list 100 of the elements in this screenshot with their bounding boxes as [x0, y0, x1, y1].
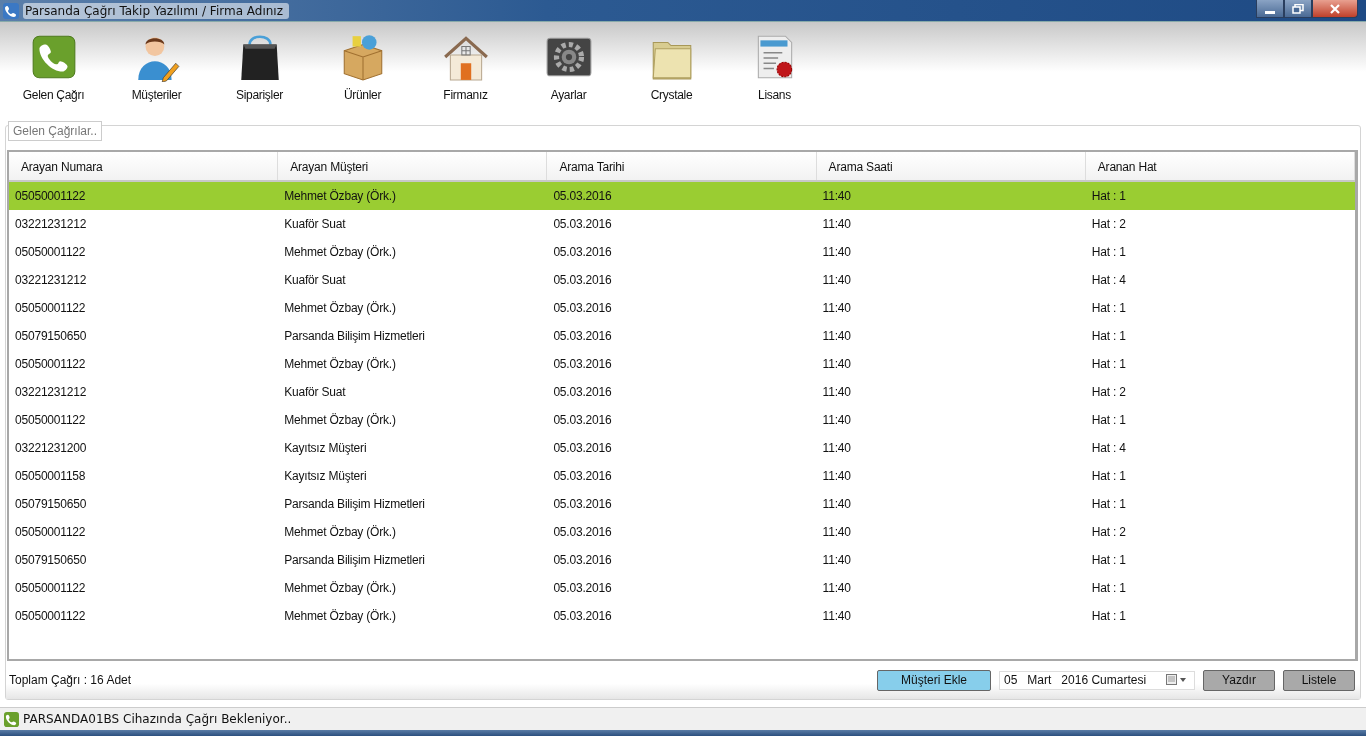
table-cell: Parsanda Bilişim Hizmetleri [284, 329, 425, 343]
table-cell: 05050001122 [15, 189, 86, 203]
table-row[interactable]: 03221231200 Kayıtsız Müşteri 05.03.2016 11:40 Hat : 4 [9, 434, 1355, 462]
table-cell: 11:40 [822, 189, 851, 203]
table-cell: 05050001122 [15, 413, 86, 427]
table-cell: 05.03.2016 [553, 497, 612, 511]
table-row[interactable]: 05050001122 Mehmet Özbay (Örk.) 05.03.2016 11:40 Hat : 1 [9, 406, 1355, 434]
phone-icon [4, 711, 19, 727]
table-cell: 11:40 [822, 413, 851, 427]
table-cell: 11:40 [822, 217, 851, 231]
table-cell: Hat : 4 [1091, 441, 1126, 455]
column-header[interactable]: Arama Tarihi [547, 152, 817, 180]
column-header[interactable]: Aranan Hat [1085, 152, 1355, 180]
toolbar-button[interactable]: Müşteriler [105, 32, 208, 102]
panel-title: Gelen Çağrılar.. [8, 121, 103, 141]
column-header[interactable]: Arayan Müşteri [278, 152, 548, 180]
table-cell: 05.03.2016 [553, 273, 612, 287]
print-button[interactable]: Yazdır [1203, 669, 1275, 691]
table-cell: Hat : 1 [1091, 301, 1126, 315]
minimize-button[interactable] [1256, 0, 1284, 18]
table-cell: 05.03.2016 [553, 301, 612, 315]
table-row[interactable]: 05050001122 Mehmet Özbay (Örk.) 05.03.2016 11:40 Hat : 2 [9, 518, 1355, 546]
table-cell: Mehmet Özbay (Örk.) [284, 301, 396, 315]
table-cell: 11:40 [822, 273, 851, 287]
table-cell: Hat : 4 [1091, 273, 1126, 287]
table-cell: 11:40 [822, 329, 851, 343]
date-picker[interactable]: 05 Mart 2016 Cumartesi [999, 670, 1195, 690]
table-cell: 05.03.2016 [553, 217, 612, 231]
table-cell: 05079150650 [15, 553, 87, 567]
table-cell: 03221231212 [15, 273, 87, 287]
minimize-icon [1265, 10, 1275, 14]
status-text: PARSANDA01BS Cihazında Çağrı Bekleniyor.. [23, 712, 292, 726]
table-row[interactable]: 05079150650 Parsanda Bilişim Hizmetleri 05.03.2016 11:40 Hat : 1 [9, 490, 1355, 518]
column-header[interactable]: Arayan Numara [9, 152, 279, 180]
table-cell: 05050001122 [15, 301, 86, 315]
table-row[interactable]: 03221231212 Kuaför Suat 05.03.2016 11:40 Hat : 4 [9, 266, 1355, 294]
table-cell: Mehmet Özbay (Örk.) [284, 581, 396, 595]
table-cell: 05.03.2016 [553, 581, 612, 595]
table-row[interactable]: 05050001122 Mehmet Özbay (Örk.) 05.03.2016 11:40 Hat : 1 [9, 294, 1355, 322]
table-cell: Kuaför Suat [284, 273, 346, 287]
table-cell: 05.03.2016 [553, 357, 612, 371]
table-cell: 05.03.2016 [553, 329, 612, 343]
table-cell: Kuaför Suat [284, 385, 346, 399]
add-customer-button[interactable]: Müşteri Ekle [877, 669, 991, 691]
toolbar-button[interactable]: Gelen Çağrı [2, 32, 105, 102]
table-row[interactable]: 03221231212 Kuaför Suat 05.03.2016 11:40 Hat : 2 [9, 378, 1355, 406]
table-cell: Mehmet Özbay (Örk.) [284, 413, 396, 427]
table-cell: 05.03.2016 [553, 245, 612, 259]
toolbar-button[interactable]: Lisans [723, 32, 826, 102]
table-cell: 11:40 [822, 469, 851, 483]
table-row[interactable]: 05079150650 Parsanda Bilişim Hizmetleri 05.03.2016 11:40 Hat : 1 [9, 546, 1355, 574]
table-cell: 05050001122 [15, 357, 86, 371]
table-cell: 11:40 [822, 581, 851, 595]
table-cell: Hat : 1 [1091, 469, 1126, 483]
table-cell: 05079150650 [15, 329, 87, 343]
table-cell: 05.03.2016 [553, 609, 612, 623]
toolbar-button[interactable]: Ürünler [311, 32, 414, 102]
toolbar-button[interactable]: Firmanız [414, 32, 517, 102]
table-cell: 05.03.2016 [553, 189, 612, 203]
table-cell: 05.03.2016 [553, 553, 612, 567]
table-cell: 05050001122 [15, 581, 86, 595]
table-cell: Mehmet Özbay (Örk.) [284, 525, 396, 539]
close-icon [1329, 3, 1341, 14]
table-cell: Kuaför Suat [284, 217, 346, 231]
table-cell: Hat : 1 [1091, 245, 1126, 259]
restore-button[interactable] [1284, 0, 1312, 18]
table-row[interactable]: 05050001122 Mehmet Özbay (Örk.) 05.03.2016 11:40 Hat : 1 [9, 238, 1355, 266]
table-cell: Hat : 2 [1091, 385, 1126, 399]
table-cell: Hat : 1 [1091, 189, 1126, 203]
table-cell: 11:40 [822, 301, 851, 315]
table-cell: 05.03.2016 [553, 441, 612, 455]
restore-icon [1292, 3, 1304, 14]
table-row[interactable]: 05050001158 Kayıtsız Müşteri 05.03.2016 11:40 Hat : 1 [9, 462, 1355, 490]
table-cell: Hat : 1 [1091, 497, 1126, 511]
table-cell: 11:40 [822, 441, 851, 455]
table-cell: Hat : 2 [1091, 525, 1126, 539]
table-cell: Parsanda Bilişim Hizmetleri [284, 497, 425, 511]
table-row[interactable]: 05050001122 Mehmet Özbay (Örk.) 05.03.2016 11:40 Hat : 1 [9, 350, 1355, 378]
table-cell: Kayıtsız Müşteri [284, 441, 367, 455]
table-row[interactable]: 03221231212 Kuaför Suat 05.03.2016 11:40 Hat : 2 [9, 210, 1355, 238]
phone-icon [3, 2, 19, 19]
table-cell: Hat : 1 [1091, 329, 1126, 343]
toolbar-button[interactable]: Siparişler [208, 32, 311, 102]
toolbar-button[interactable]: Crystale [620, 32, 723, 102]
table-cell: 05.03.2016 [553, 469, 612, 483]
table-cell: Kayıtsız Müşteri [284, 469, 367, 483]
close-button[interactable] [1312, 0, 1358, 18]
table-cell: Parsanda Bilişim Hizmetleri [284, 553, 425, 567]
table-row[interactable]: 05050001122 Mehmet Özbay (Örk.) 05.03.2016 11:40 Hat : 1 [9, 602, 1355, 630]
table-cell: 11:40 [822, 385, 851, 399]
toolbar-button[interactable]: Ayarlar [517, 32, 620, 102]
column-header[interactable]: Arama Saati [816, 152, 1086, 180]
table-row[interactable]: 05050001122 Mehmet Özbay (Örk.) 05.03.2016 11:40 Hat : 1 [9, 574, 1355, 602]
calendar-dropdown-icon[interactable] [1166, 674, 1188, 687]
table-cell: 03221231212 [15, 385, 87, 399]
table-cell: 05050001158 [15, 469, 86, 483]
table-cell: 11:40 [822, 609, 851, 623]
selected-row[interactable]: 05050001122 Mehmet Özbay (Örk.) 05.03.2016 11:40 Hat : 1 [9, 182, 1355, 210]
list-button[interactable]: Listele [1283, 669, 1355, 691]
table-row[interactable]: 05079150650 Parsanda Bilişim Hizmetleri 05.03.2016 11:40 Hat : 1 [9, 322, 1355, 350]
